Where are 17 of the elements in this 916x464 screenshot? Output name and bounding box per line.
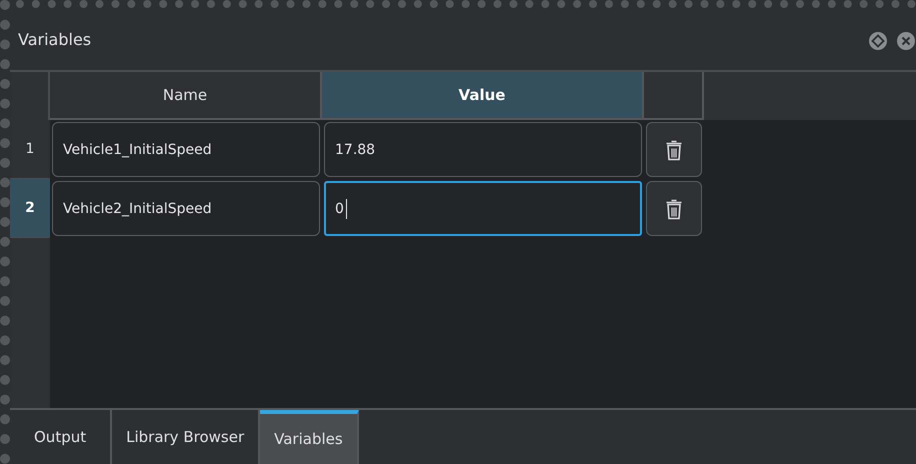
column-header[interactable]: Value bbox=[322, 72, 644, 120]
trash-icon bbox=[665, 198, 683, 220]
delete-button[interactable] bbox=[646, 122, 702, 177]
column-header[interactable]: Name bbox=[50, 72, 322, 120]
value-field[interactable]: 17.88 bbox=[324, 122, 642, 177]
tab[interactable]: Variables bbox=[260, 410, 359, 464]
row-number[interactable]: 2 bbox=[10, 179, 50, 238]
close-icon[interactable] bbox=[896, 31, 916, 51]
row-number[interactable]: 1 bbox=[10, 120, 50, 179]
delete-button[interactable] bbox=[646, 181, 702, 236]
tab[interactable]: Output bbox=[10, 410, 112, 464]
trash-icon bbox=[665, 138, 683, 160]
value-field[interactable]: 0 bbox=[324, 181, 642, 236]
name-field[interactable]: Vehicle2_InitialSpeed bbox=[52, 181, 320, 236]
float-icon[interactable] bbox=[868, 31, 888, 51]
panel-title: Variables bbox=[18, 30, 92, 48]
name-field[interactable]: Vehicle1_InitialSpeed bbox=[52, 122, 320, 177]
